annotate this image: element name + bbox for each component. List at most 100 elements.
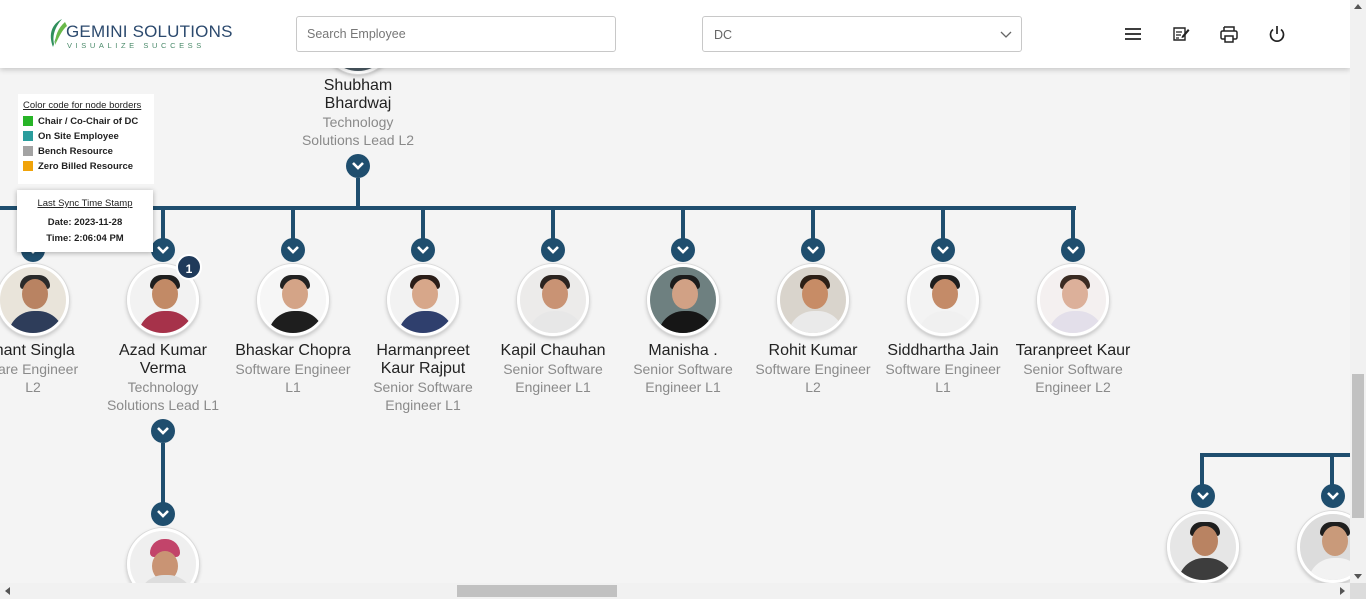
employee-title: Senior Software: [633, 361, 733, 377]
chevron-down-icon: [287, 246, 299, 254]
employee-photo[interactable]: [257, 264, 329, 336]
employee-title: Engineer L1: [515, 379, 591, 395]
sync-title: Last Sync Time Stamp: [37, 198, 133, 209]
expand-toggle[interactable]: [1191, 484, 1215, 508]
scrollbar-corner: [1350, 583, 1366, 599]
print-icon[interactable]: [1219, 24, 1239, 44]
employee-photo[interactable]: [517, 264, 589, 336]
node-border-legend: Color code for node borders Chair / Co-C…: [18, 94, 154, 184]
edit-note-icon[interactable]: [1171, 24, 1191, 44]
expand-toggle[interactable]: [281, 238, 305, 262]
connector-line: [941, 206, 945, 242]
employee-name: Rohit Kumar: [768, 342, 858, 359]
power-icon[interactable]: [1267, 24, 1287, 44]
connector-line: [161, 443, 165, 505]
scroll-left-arrow-icon[interactable]: [5, 587, 10, 595]
employee-photo[interactable]: [127, 528, 199, 583]
expand-toggle[interactable]: [541, 238, 565, 262]
logo-name: GEMINI SOLUTIONS: [66, 22, 233, 41]
expand-toggle[interactable]: [931, 238, 955, 262]
chevron-down-icon: [1067, 246, 1079, 254]
employee-name: Verma: [139, 360, 187, 377]
employee-photo[interactable]: [1037, 264, 1109, 336]
chevron-down-icon: [807, 246, 819, 254]
manager-photo[interactable]: [322, 68, 394, 74]
legend-swatch: [23, 146, 33, 156]
employee-name: Taranpreet Kaur: [1015, 342, 1131, 359]
legend-swatch: [23, 131, 33, 141]
scroll-up-arrow-icon[interactable]: [1354, 4, 1362, 9]
employee-photo[interactable]: [907, 264, 979, 336]
employee-title: Engineer L1: [645, 379, 721, 395]
employee-photo[interactable]: [777, 264, 849, 336]
employee-title: L2: [25, 379, 41, 395]
manager-name-line2: Bhardwaj: [324, 95, 392, 112]
employee-title: Technology: [127, 379, 199, 395]
employee-name: Siddhartha Jain: [887, 342, 999, 359]
chevron-down-icon: [157, 246, 169, 254]
scroll-right-arrow-icon[interactable]: [1340, 587, 1345, 595]
employee-title: ware Engineer: [0, 361, 79, 377]
logo-tagline: VISUALIZE SUCCESS: [67, 41, 205, 50]
employee-photo[interactable]: [0, 264, 69, 336]
chevron-down-icon: [1197, 492, 1209, 500]
expand-toggle[interactable]: [151, 502, 175, 526]
sync-time: Time: 2:06:04 PM: [46, 233, 124, 244]
leaf-logo-icon: [50, 19, 67, 47]
employee-photo[interactable]: [387, 264, 459, 336]
sync-timestamp-panel: Last Sync Time Stamp Date: 2023-11-28 Ti…: [17, 190, 153, 252]
expand-toggle[interactable]: [151, 238, 175, 262]
menu-icon[interactable]: [1123, 24, 1143, 44]
expand-toggle[interactable]: [671, 238, 695, 262]
department-select-value: DC: [714, 28, 733, 42]
collapse-toggle[interactable]: [151, 419, 175, 443]
horizontal-scroll-thumb[interactable]: [457, 585, 617, 597]
expand-toggle[interactable]: [801, 238, 825, 262]
search-employee-input[interactable]: [296, 16, 616, 52]
chevron-down-icon: [352, 162, 364, 170]
sync-date: Date: 2023-11-28: [47, 217, 123, 228]
legend-item: Zero Billed Resource: [23, 161, 149, 176]
employee-photo[interactable]: [647, 264, 719, 336]
chevron-down-icon: [157, 427, 169, 435]
chevron-down-icon: [547, 246, 559, 254]
legend-label: Bench Resource: [38, 146, 113, 157]
employee-photo[interactable]: [1167, 511, 1239, 583]
chevron-down-icon: [1000, 31, 1012, 38]
chevron-down-icon: [157, 510, 169, 518]
company-logo[interactable]: GEMINI SOLUTIONS VISUALIZE SUCCESS: [48, 18, 232, 50]
expand-toggle[interactable]: [1061, 238, 1085, 262]
department-select[interactable]: DC: [702, 16, 1022, 52]
employee-photo[interactable]: [1297, 511, 1350, 583]
horizontal-scrollbar[interactable]: [0, 583, 1350, 599]
connector-line: [681, 206, 685, 242]
employee-title: Solutions Lead L1: [106, 397, 220, 413]
legend-item: On Site Employee: [23, 131, 149, 146]
employee-name: Manisha .: [648, 342, 718, 359]
employee-title: L1: [935, 379, 951, 395]
manager-title-line2: Solutions Lead L2: [301, 132, 415, 148]
expand-toggle[interactable]: [411, 238, 435, 262]
legend-swatch: [23, 116, 33, 126]
employee-title: Senior Software: [503, 361, 603, 377]
collapse-toggle[interactable]: [346, 154, 370, 178]
legend-item: Chair / Co-Chair of DC: [23, 116, 149, 131]
legend-title: Color code for node borders: [23, 100, 142, 111]
expand-toggle[interactable]: [1321, 484, 1345, 508]
connector-line: [811, 206, 815, 242]
vertical-scrollbar[interactable]: [1350, 0, 1366, 583]
connector-line: [551, 206, 555, 242]
scroll-down-arrow-icon[interactable]: [1354, 574, 1362, 579]
employee-name: Bhaskar Chopra: [235, 342, 351, 359]
vertical-scroll-thumb[interactable]: [1352, 374, 1364, 518]
employee-title: L2: [805, 379, 821, 395]
reports-count-badge[interactable]: 1: [176, 254, 202, 280]
org-chart-canvas[interactable]: Shubham Bhardwaj Technology Solutions Le…: [0, 68, 1350, 583]
employee-title: Software Engineer: [235, 361, 351, 377]
chevron-down-icon: [937, 246, 949, 254]
connector-line: [1330, 453, 1334, 487]
chevron-down-icon: [677, 246, 689, 254]
connector-line: [161, 206, 165, 242]
employee-title: Software Engineer: [755, 361, 871, 377]
connector-line: [291, 206, 295, 242]
